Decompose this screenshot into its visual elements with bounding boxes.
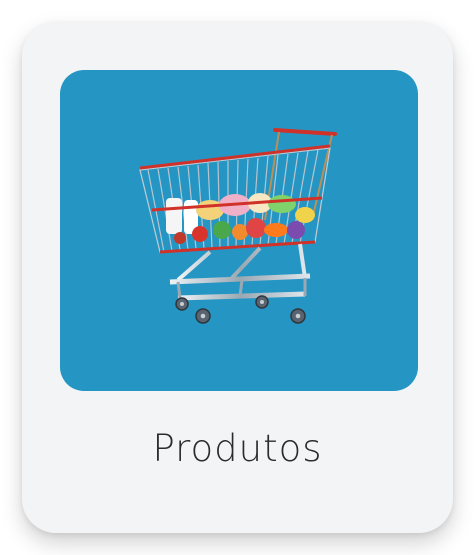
produtos-card[interactable]: Produtos bbox=[22, 22, 453, 533]
shopping-cart-icon bbox=[60, 70, 418, 391]
card-label: Produtos bbox=[152, 427, 323, 470]
produtos-tile[interactable] bbox=[60, 70, 418, 391]
